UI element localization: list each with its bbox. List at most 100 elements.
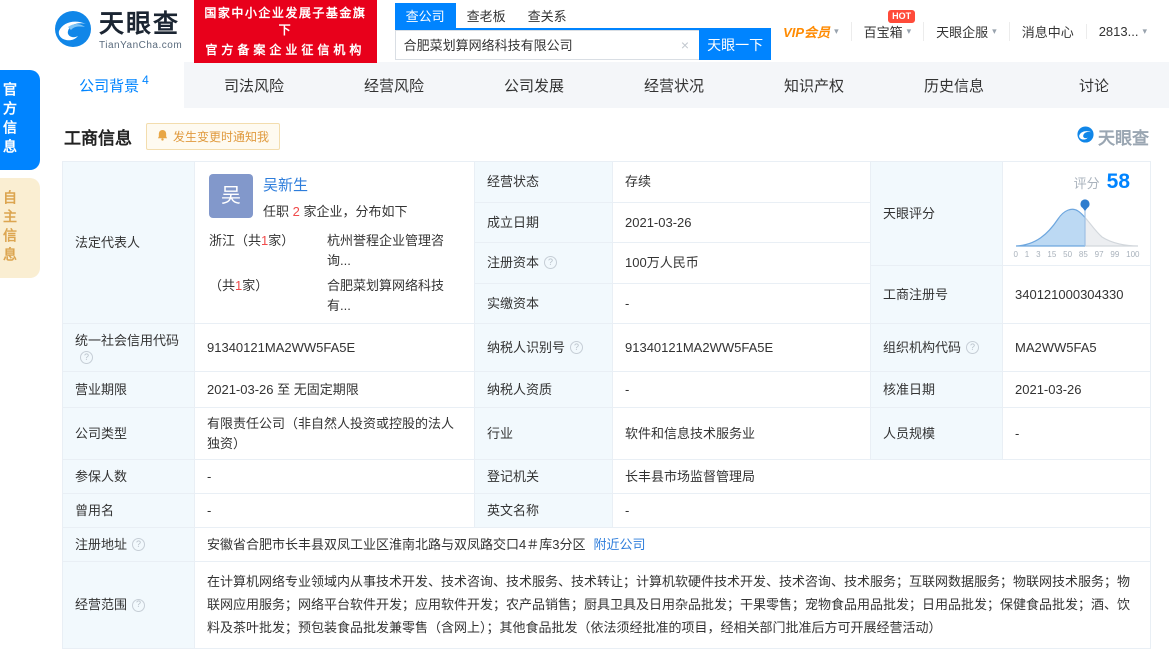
field-label-company-type: 公司类型 [63, 408, 195, 460]
search-button[interactable]: 天眼一下 [699, 29, 772, 60]
tab-operation-status[interactable]: 经营状况 [604, 62, 744, 108]
field-label-score: 天眼评分 [871, 162, 1003, 266]
gov-certification-badge: 国家中小企业发展子基金旗下 官方备案企业征信机构 [194, 0, 377, 63]
field-label-authority: 登记机关 [475, 460, 613, 494]
chevron-down-icon: ▾ [992, 25, 997, 36]
field-label-tax-quali: 纳税人资质 [475, 372, 613, 408]
side-tab-official-info[interactable]: 官方信息 [0, 70, 40, 170]
field-label-paid-capital: 实缴资本 [475, 283, 613, 324]
score-axis: 0 1 3 15 50 85 97 99 100 [1013, 249, 1140, 259]
company-nav-tabs: 公司背景 4 司法风险 经营风险 公司发展 经营状况 知识产权 历史信息 讨论 [44, 62, 1169, 108]
menu-account[interactable]: 2813... ▾ [1085, 23, 1159, 39]
field-value-org-code: MA2WW5FA5 [1003, 324, 1151, 372]
help-icon[interactable]: ? [132, 538, 146, 551]
related-company-link[interactable]: 合肥菜划算网络科技有... [327, 276, 462, 315]
field-value-former-name: - [195, 494, 475, 528]
field-label-status: 经营状态 [475, 162, 613, 203]
field-label-approve-date: 核准日期 [871, 372, 1003, 408]
search-input[interactable] [403, 37, 679, 52]
legal-rep-serve-line: 任职 2 家企业，分布如下 [263, 203, 408, 219]
help-icon[interactable]: ? [80, 350, 93, 364]
search-input-wrap: × [394, 29, 700, 60]
tab-company-development[interactable]: 公司发展 [464, 62, 604, 108]
search-tabs: 查公司 查老板 查关系 [394, 2, 772, 30]
field-value-authority: 长丰县市场监督管理局 [613, 460, 1151, 494]
side-tab-self-info[interactable]: 自主信息 [0, 178, 40, 278]
search-area: 查公司 查老板 查关系 × 天眼一下 [394, 2, 772, 60]
score-chart: 评分 58 0 1 3 15 50 85 97 99 100 [1003, 162, 1151, 266]
brand-name: 天眼查 [99, 9, 181, 38]
search-tab-relation[interactable]: 查关系 [517, 3, 578, 28]
legal-rep-name-link[interactable]: 吴新生 [263, 175, 308, 198]
field-label-term: 营业期限 [63, 372, 195, 408]
tab-company-background[interactable]: 公司背景 4 [44, 62, 184, 108]
clear-search-icon[interactable]: × [679, 37, 691, 53]
field-label-address: 注册地址? [63, 528, 195, 562]
tab-operation-risk[interactable]: 经营风险 [324, 62, 464, 108]
field-value-tax-quali: - [613, 372, 871, 408]
top-header: 天眼查 TianYanCha.com 国家中小企业发展子基金旗下 官方备案企业征… [0, 0, 1169, 63]
section-title: 工商信息 [64, 129, 132, 148]
field-label-legal-rep: 法定代表人 [63, 162, 195, 324]
score-bell-curve [1015, 198, 1138, 247]
tab-judicial-risk[interactable]: 司法风险 [184, 62, 324, 108]
field-value-status: 存续 [613, 162, 871, 203]
field-value-industry: 软件和信息技术服务业 [613, 408, 871, 460]
field-label-former-name: 曾用名 [63, 494, 195, 528]
menu-message-center[interactable]: 消息中心 [1008, 21, 1086, 41]
menu-vip[interactable]: VIP会员 ▾ [771, 22, 851, 41]
tab-count: 4 [142, 73, 149, 87]
tianyancha-swirl-icon [54, 10, 92, 53]
tianyancha-swirl-icon [1077, 125, 1094, 148]
field-value-credit-code: 91340121MA2WW5FA5E [195, 324, 475, 372]
notify-change-button[interactable]: 发生变更时通知我 [146, 123, 281, 150]
nearby-companies-link[interactable]: 附近公司 [593, 535, 645, 555]
distribution-row: （共1家） 合肥菜划算网络科技有... [209, 276, 462, 315]
menu-toolbox[interactable]: HOT 百宝箱 ▾ [850, 9, 924, 41]
related-company-link[interactable]: 杭州誉程企业管理咨询... [327, 231, 462, 270]
field-label-org-code: 组织机构代码? [871, 324, 1003, 372]
side-tabs: 官方信息 自主信息 [0, 70, 40, 286]
field-value-reg-no: 340121000304330 [1003, 265, 1151, 324]
search-tab-boss[interactable]: 查老板 [456, 3, 517, 28]
help-icon[interactable]: ? [544, 256, 558, 270]
field-value-staff-size: - [1003, 408, 1151, 460]
field-label-industry: 行业 [475, 408, 613, 460]
tab-intellectual-property[interactable]: 知识产权 [744, 62, 884, 108]
tab-history-info[interactable]: 历史信息 [884, 62, 1024, 108]
field-label-reg-capital: 注册资本? [475, 243, 613, 284]
help-icon[interactable]: ? [132, 598, 146, 612]
field-label-english-name: 英文名称 [475, 494, 613, 528]
business-info-table: 法定代表人 吴 吴新生 任职 2 家企业，分布如下 浙江（共1家） 杭州誉程企业… [62, 161, 1151, 649]
distribution-row: 浙江（共1家） 杭州誉程企业管理咨询... [209, 231, 462, 270]
brand-domain: TianYanCha.com [99, 39, 183, 51]
tianyancha-logo[interactable]: 天眼查 TianYanCha.com [54, 10, 182, 53]
help-icon[interactable]: ? [966, 341, 980, 354]
menu-enterprise-service[interactable]: 天眼企服 ▾ [923, 21, 1009, 41]
header-menu: VIP会员 ▾ HOT 百宝箱 ▾ 天眼企服 ▾ 消息中心 2813... ▾ [771, 9, 1169, 48]
field-label-tax-id: 纳税人识别号? [475, 324, 613, 372]
field-value-reg-capital: 100万人民币 [613, 243, 871, 284]
tab-discussion[interactable]: 讨论 [1024, 62, 1164, 108]
business-info-card: 工商信息 发生变更时通知我 天眼查 法定代表人 吴 吴新生 任职 2 家企业，分… [44, 108, 1169, 649]
chevron-down-icon: ▾ [834, 25, 839, 36]
field-label-reg-no: 工商注册号 [871, 265, 1003, 324]
legal-rep-cell: 吴 吴新生 任职 2 家企业，分布如下 浙江（共1家） 杭州誉程企业管理咨询..… [195, 162, 475, 324]
search-tab-company[interactable]: 查公司 [394, 2, 456, 28]
field-value-scope: 在计算机网络专业领域内从事技术开发、技术咨询、技术服务、技术转让；计算机软硬件技… [195, 562, 1151, 649]
bell-icon [157, 129, 168, 144]
field-label-scope: 经营范围? [63, 562, 195, 649]
field-label-staff-size: 人员规模 [871, 408, 1003, 460]
field-value-established: 2021-03-26 [613, 202, 871, 243]
hot-badge: HOT [888, 9, 916, 23]
field-value-insured: - [195, 460, 475, 494]
help-icon[interactable]: ? [570, 341, 584, 354]
field-label-credit-code: 统一社会信用代码? [63, 324, 195, 372]
field-label-insured: 参保人数 [63, 460, 195, 494]
avatar[interactable]: 吴 [209, 174, 253, 218]
field-value-approve-date: 2021-03-26 [1003, 372, 1151, 408]
chevron-down-icon: ▾ [906, 25, 912, 36]
field-value-paid-capital: - [613, 283, 871, 324]
chevron-down-icon: ▾ [1142, 25, 1147, 36]
field-value-address: 安徽省合肥市长丰县双凤工业区淮南北路与双凤路交口4＃库3分区 附近公司 [195, 528, 1151, 562]
